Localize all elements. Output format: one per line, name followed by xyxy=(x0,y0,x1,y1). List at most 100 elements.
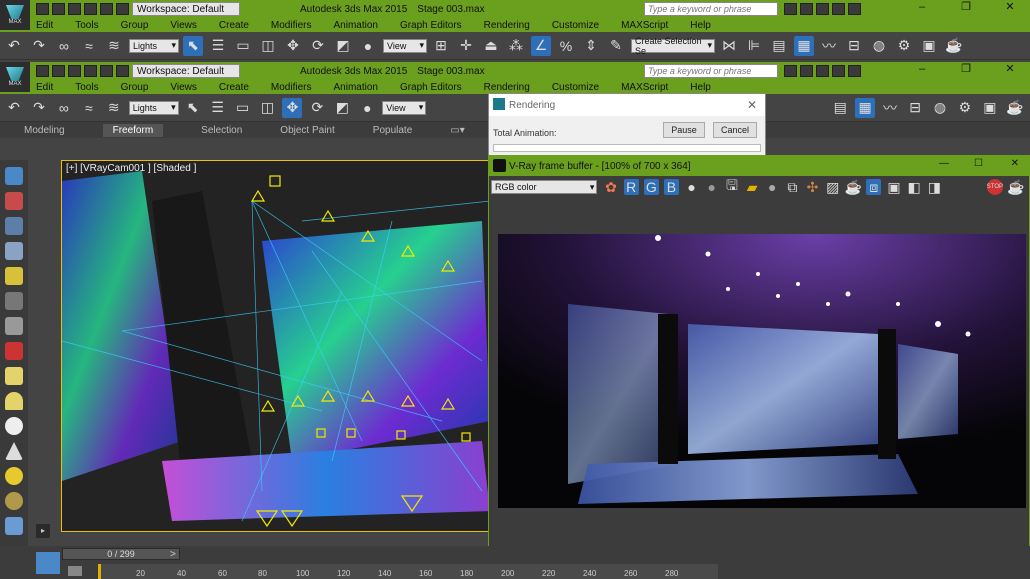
helpers-icon[interactable] xyxy=(5,517,23,535)
menu-rendering[interactable]: Rendering xyxy=(484,82,530,93)
angle-snap-icon[interactable]: ∠ xyxy=(531,35,551,56)
unlink-icon[interactable]: ≈ xyxy=(79,98,99,118)
layer-explorer-icon[interactable]: ▤ xyxy=(830,98,850,118)
minimize-button[interactable]: – xyxy=(900,1,944,13)
project-folder-icon[interactable] xyxy=(116,65,129,77)
undo-icon[interactable]: ↶ xyxy=(4,98,24,118)
vfb-maximize-button[interactable]: ☐ xyxy=(974,158,983,169)
menu-edit[interactable]: Edit xyxy=(36,82,53,93)
modify-icon[interactable] xyxy=(5,192,23,210)
new-file-icon[interactable] xyxy=(36,65,49,77)
select-object-icon[interactable]: ⬉ xyxy=(183,98,203,118)
menu-customize[interactable]: Customize xyxy=(552,82,599,93)
menu-help[interactable]: Help xyxy=(690,82,711,93)
maximize-button[interactable]: ❐ xyxy=(944,62,988,75)
hierarchy-icon[interactable] xyxy=(5,217,23,235)
color-picker-icon[interactable]: ✿ xyxy=(603,179,618,195)
keyboard-shortcut-icon[interactable]: ⏏ xyxy=(481,36,501,56)
render-icon[interactable]: ☕ xyxy=(845,179,862,195)
select-scale-icon[interactable]: ◩ xyxy=(332,98,352,118)
workspace-select[interactable]: Workspace: Default xyxy=(132,64,240,78)
sun-icon[interactable] xyxy=(5,467,23,485)
select-by-name-icon[interactable]: ☰ xyxy=(208,36,228,56)
select-scale-icon[interactable]: ◩ xyxy=(333,36,353,56)
time-next-button[interactable]: > xyxy=(170,549,176,560)
menu-rendering[interactable]: Rendering xyxy=(484,20,530,31)
ribbon-options-icon[interactable]: ▭▾ xyxy=(450,125,464,136)
material-editor-icon[interactable]: ◍ xyxy=(869,36,889,56)
cancel-button[interactable]: Cancel xyxy=(713,122,757,138)
time-ruler[interactable]: 20 40 60 80 100 120 140 160 180 200 220 … xyxy=(98,564,718,579)
cone-icon[interactable] xyxy=(5,442,23,460)
tab-populate[interactable]: Populate xyxy=(373,125,412,136)
box-icon[interactable] xyxy=(5,367,23,385)
channel-r-button[interactable]: R xyxy=(623,179,639,195)
circle-icon[interactable] xyxy=(5,417,23,435)
menu-animation[interactable]: Animation xyxy=(333,20,377,31)
menu-group[interactable]: Group xyxy=(121,20,149,31)
menu-graph-editors[interactable]: Graph Editors xyxy=(400,20,462,31)
alpha-circle-icon[interactable]: ● xyxy=(704,179,719,195)
clear-image-icon[interactable]: ● xyxy=(765,179,780,195)
redo-icon[interactable] xyxy=(100,65,113,77)
menu-maxscript[interactable]: MAXScript xyxy=(621,82,668,93)
select-by-name-icon[interactable]: ☰ xyxy=(208,98,228,118)
percent-snap-icon[interactable]: % xyxy=(556,36,576,56)
rendered-frame-window-icon[interactable]: ▣ xyxy=(980,98,1000,118)
stop-icon[interactable]: STOP xyxy=(987,179,1003,195)
binoculars-icon[interactable] xyxy=(784,3,797,15)
menu-graph-editors[interactable]: Graph Editors xyxy=(400,82,462,93)
lut-icon[interactable]: ◧ xyxy=(907,179,922,195)
unlink-icon[interactable]: ≈ xyxy=(79,36,99,56)
close-button[interactable]: ✕ xyxy=(988,62,1030,75)
favorites-star-icon[interactable] xyxy=(832,3,845,15)
binoculars-icon[interactable] xyxy=(784,65,797,77)
select-move-icon[interactable]: ✥ xyxy=(282,97,303,118)
redo-icon[interactable]: ↷ xyxy=(29,36,49,56)
align-icon[interactable]: ⊫ xyxy=(744,36,764,56)
region-render-icon[interactable]: ▨ xyxy=(825,179,840,195)
ref-coord-select[interactable]: View xyxy=(382,100,427,115)
menu-help[interactable]: Help xyxy=(690,20,711,31)
lens-effects-icon[interactable]: ▣ xyxy=(886,179,901,195)
load-image-icon[interactable]: ▰ xyxy=(745,179,760,195)
time-slider[interactable]: 0 / 299 xyxy=(62,548,180,560)
menu-modifiers[interactable]: Modifiers xyxy=(271,20,312,31)
render-setup-icon[interactable]: ⚙ xyxy=(955,98,975,118)
scene-explorer-icon[interactable]: ▦ xyxy=(794,35,814,56)
vfb-close-button[interactable]: ✕ xyxy=(1011,158,1019,169)
render-setup-icon[interactable]: ⚙ xyxy=(894,36,914,56)
viewport-label[interactable]: [+] [VRayCam001 ] [Shaded ] xyxy=(66,163,196,174)
help-icon[interactable] xyxy=(848,65,861,77)
menu-views[interactable]: Views xyxy=(170,82,197,93)
ref-coord-select[interactable]: View xyxy=(383,38,427,53)
torus-icon[interactable] xyxy=(5,492,23,510)
curve-editor-icon[interactable]: 〰 xyxy=(819,36,839,56)
link-icon[interactable]: ∞ xyxy=(54,36,74,56)
bind-space-warp-icon[interactable]: ≋ xyxy=(104,36,124,56)
place-icon[interactable]: ● xyxy=(357,98,377,118)
mini-curve-editor-icon[interactable] xyxy=(68,566,82,576)
redo-icon[interactable]: ↷ xyxy=(29,98,49,118)
rendered-frame-window-icon[interactable]: ▣ xyxy=(919,36,939,56)
communication-center-icon[interactable] xyxy=(816,65,829,77)
manipulate-icon[interactable]: ✛ xyxy=(456,36,476,56)
render-production-icon[interactable]: ☕ xyxy=(944,36,964,56)
create-icon[interactable] xyxy=(5,167,23,185)
viewport-camera[interactable]: [+] [VRayCam001 ] [Shaded ] xyxy=(61,160,489,532)
window-crossing-icon[interactable]: ◫ xyxy=(258,98,278,118)
rectangular-selection-icon[interactable]: ▭ xyxy=(233,98,253,118)
communication-center-icon[interactable] xyxy=(816,3,829,15)
link-to-max-icon[interactable]: ⧈ xyxy=(866,179,882,195)
search-input[interactable]: Type a keyword or phrase xyxy=(644,2,778,16)
close-button[interactable]: ✕ xyxy=(988,0,1030,13)
tab-selection[interactable]: Selection xyxy=(201,125,242,136)
rectangular-selection-icon[interactable]: ▭ xyxy=(233,36,253,56)
redo-icon[interactable] xyxy=(100,3,113,15)
pivot-center-icon[interactable]: ⊞ xyxy=(431,36,451,56)
channel-g-button[interactable]: G xyxy=(643,179,659,195)
menu-tools[interactable]: Tools xyxy=(75,82,98,93)
save-file-icon[interactable] xyxy=(68,65,81,77)
selection-filter-select[interactable]: Lights xyxy=(129,38,179,53)
undo-icon[interactable] xyxy=(84,3,97,15)
